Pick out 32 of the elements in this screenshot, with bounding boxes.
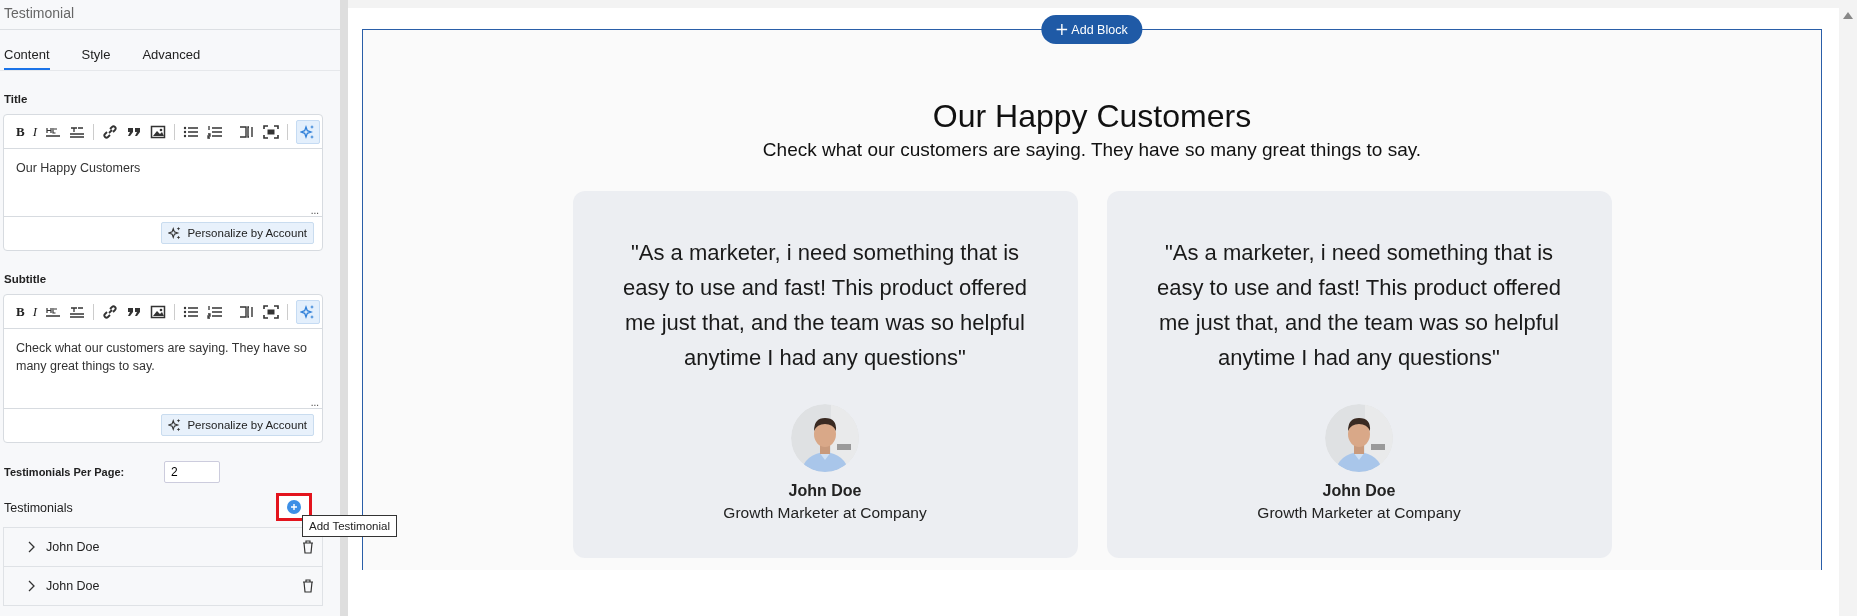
quote-text: "As a marketer, i need something that is easy to use and fast! This product offered me just that, and the team was so helpful anytime I had any questions" (1156, 239, 1562, 372)
field-label: Testimonials Per Page: (4, 466, 126, 478)
person-name: John Doe (788, 482, 862, 500)
tooltip: Add Testimonial (302, 515, 397, 537)
italic-button[interactable]: I (32, 303, 37, 320)
field-label: Subtitle (3, 272, 48, 287)
tab[interactable]: Content (4, 30, 50, 70)
bold-button[interactable]: B (16, 303, 25, 320)
person-role: Growth Marketer at Company (1257, 504, 1461, 522)
editor-text: Check what our customers are saying. They have so many great things to say. (16, 341, 307, 373)
more-indicator[interactable]: ... (310, 398, 319, 408)
italic-button[interactable]: I (32, 123, 37, 140)
testimonial-item[interactable]: John Doe (3, 567, 323, 606)
tab[interactable]: Advanced (142, 30, 201, 70)
per-page-input[interactable]: 2 (164, 461, 220, 483)
tab[interactable]: Style (81, 30, 111, 70)
more-indicator[interactable]: ... (310, 206, 319, 216)
editor-text: Our Happy Customers (16, 161, 141, 175)
bold-button[interactable]: B (16, 123, 25, 140)
person-name: John Doe (1322, 482, 1396, 500)
add-block-button[interactable]: Add Block (1041, 15, 1143, 44)
personalize-button[interactable]: Personalize by Account (161, 222, 314, 244)
personalize-button[interactable]: Personalize by Account (161, 414, 314, 436)
panel-title: Testimonial (0, 0, 340, 30)
item-name: John Doe (46, 540, 101, 554)
item-name: John Doe (46, 579, 101, 593)
field-label: Title (3, 92, 29, 107)
section-subtitle: Check what our customers are saying. They have so many great things to say. (762, 139, 1422, 161)
section-title: Our Happy Customers (932, 97, 1252, 135)
person-role: Growth Marketer at Company (723, 504, 927, 522)
section-label: Testimonials (4, 501, 73, 515)
quote-text: "As a marketer, i need something that is easy to use and fast! This product offered me just that, and the team was so helpful anytime I had any questions" (622, 239, 1028, 372)
